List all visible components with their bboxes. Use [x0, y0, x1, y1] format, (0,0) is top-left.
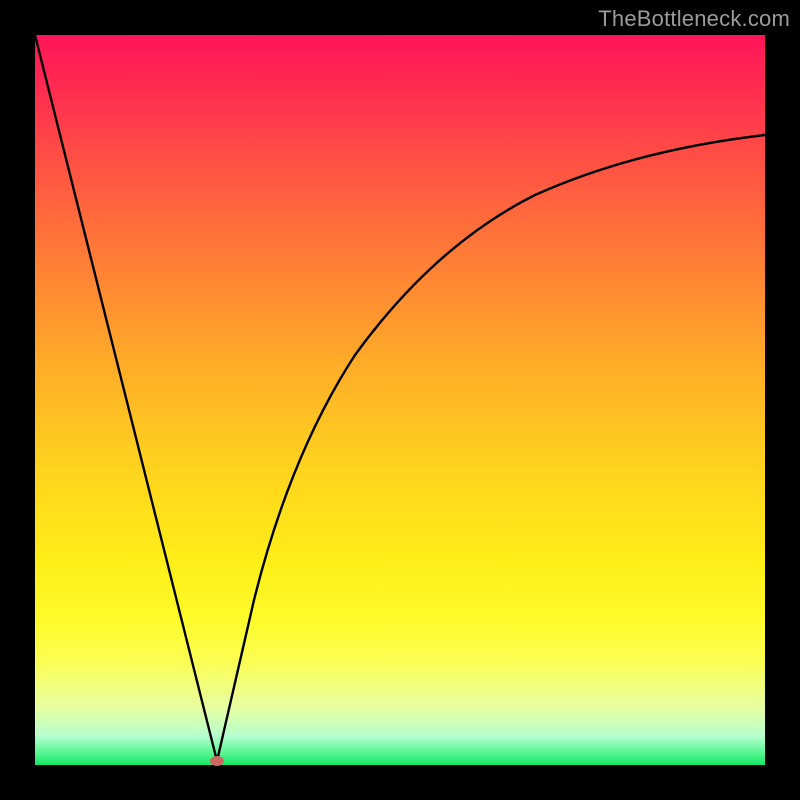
plot-area [35, 35, 765, 765]
watermark-text: TheBottleneck.com [598, 6, 790, 32]
curve-left-branch [35, 35, 217, 761]
curve-right-branch [217, 135, 765, 761]
vertex-marker [210, 756, 224, 766]
chart-frame: TheBottleneck.com [0, 0, 800, 800]
bottleneck-curve [35, 35, 765, 765]
